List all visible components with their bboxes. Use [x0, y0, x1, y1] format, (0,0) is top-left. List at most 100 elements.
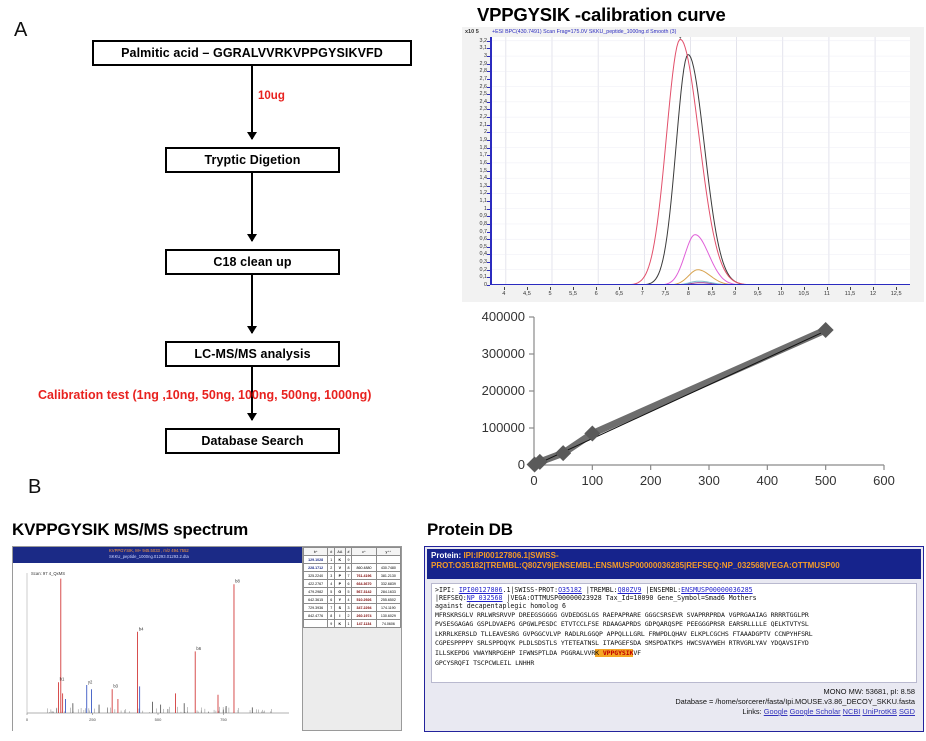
frag-table-row[interactable]: 325.2240 3 P 7 761.4196 381.2130 [304, 572, 401, 580]
chromatogram-x-tick-label: 11 [824, 291, 830, 297]
chromatogram-x-tick [712, 287, 713, 290]
ms-spectrum-panel: KVPPGYSIK, M+ 945.5033 , m/z 494.7552 SK… [12, 546, 402, 731]
frag-table-cell [304, 620, 328, 628]
ms-scan-note: Scan: 97 4_QxMS [31, 571, 65, 576]
ms-peak-label: b8 [235, 579, 240, 584]
frag-table-cell: 4 [345, 596, 352, 604]
calibration-x-tick-label: 200 [640, 473, 662, 488]
chromatogram-x-tick-label: 10 [778, 291, 784, 297]
frag-table-row[interactable]: 729.3936 7 S 3 347.2294 174.1190 [304, 604, 401, 612]
chromatogram-x-tick-label: 11,5 [845, 291, 855, 297]
frag-table-row[interactable]: 129.1028 1 K 9 [304, 556, 401, 564]
external-link-google-scholar[interactable]: Google Scholar [790, 707, 841, 716]
ms-x-tick-label: 0 [26, 717, 29, 722]
chromatogram-y-tick-label: 1,3 [480, 183, 488, 189]
calibration-x-tick-label: 300 [698, 473, 720, 488]
workflow-flowchart: Palmitic acid – GGRALVVRKVPPGYSIKVFD 10u… [0, 30, 440, 450]
protein-db-panel: Protein: IPI:IPI00127806.1|SWISS- PROT:O… [424, 546, 924, 732]
flow-box-tryptic-digestion: Tryptic Digetion [165, 147, 340, 173]
chromatogram-y-tick-label: 1,4 [480, 175, 488, 181]
frag-table-row[interactable]: 842.4776 8 I 2 260.1974 130.6029 [304, 612, 401, 620]
chromatogram-y-tick-label: 1,1 [480, 198, 488, 204]
frag-table-cell: 664.3670 [352, 580, 376, 588]
protein-db-text: .1|SWISS-PROT: [503, 586, 559, 594]
chromatogram-x-tick-label: 12 [870, 291, 876, 297]
ms-spectrum-title: KVPPGYSIK MS/MS spectrum [12, 520, 248, 540]
protein-id-line-3: against decapentaplegic homolog 6 [435, 602, 913, 610]
frag-table-cell: V [335, 564, 346, 572]
protein-sequence-line: MFRSKRSGLV RRLWRSRVVP DREEGSGGGG GVDEDGS… [435, 611, 913, 621]
chromatogram-x-tick-label: 4,5 [523, 291, 531, 297]
flow-box-c18-cleanup: C18 clean up [165, 249, 340, 275]
chromatogram-y-tick-label: 0,5 [480, 244, 488, 250]
frag-table-cell: 3 [328, 572, 335, 580]
chromatogram-y-tick-label: 0,9 [480, 213, 488, 219]
frag-table-cell: 6 [345, 580, 352, 588]
ms-fragment-ion-table: b⁺ # AA # c⁺ y⁺⁺ 129.1028 1 K 9 228.1712 2 V 8 860.488… [302, 547, 401, 730]
chromatogram-plot [490, 37, 910, 285]
protein-label: Protein: [431, 551, 463, 560]
frag-table-cell: 510.2926 [352, 596, 376, 604]
ms-x-tick-label: 500 [155, 717, 162, 722]
protein-sequence-line: CGPESPPPPY SRLSPPDQYK PLDLSDSTLS YTETEAT… [435, 639, 913, 649]
frag-table-row[interactable]: 228.1712 2 V 8 860.4880 430.7480 [304, 564, 401, 572]
chromatogram-x-tick-label: 7,5 [661, 291, 669, 297]
frag-table-cell: 5 [328, 588, 335, 596]
calibration-y-tick-label: 400000 [482, 309, 525, 324]
chromatogram-y-tick-label: 1,2 [480, 190, 488, 196]
chromatogram-y-tick-label: 2,6 [480, 84, 488, 90]
frag-table-cell: Y [335, 596, 346, 604]
frag-table-cell: I [335, 612, 346, 620]
protein-db-link[interactable]: O35182 [558, 586, 582, 594]
chromatogram-x-tick [827, 287, 828, 290]
chromatogram-y-tick-label: 0,3 [480, 259, 488, 265]
frag-table-row[interactable]: 642.3615 6 Y 4 510.2926 255.6502 [304, 596, 401, 604]
chromatogram-x-tick [850, 287, 851, 290]
chromatogram-x-tick-label: 10,5 [798, 291, 809, 297]
calibration-y-tick-label: 100000 [482, 420, 525, 435]
frag-table-cell: 174.1190 [376, 604, 400, 612]
frag-table-cell: 1 [345, 620, 352, 628]
chromatogram-x-tick-label: 4 [502, 291, 505, 297]
protein-db-footer: MONO MW: 53681, pI: 8.58 Database = /hom… [431, 687, 915, 717]
external-link-uniprotkb[interactable]: UniProtKB [862, 707, 897, 716]
external-link-google[interactable]: Google [764, 707, 788, 716]
protein-db-link[interactable]: Q80ZV9 [618, 586, 642, 594]
frag-table-cell: P [335, 572, 346, 580]
protein-id-line-2[interactable]: |REFSEQ:NP_032568 |VEGA:OTTMUSP000000239… [435, 594, 913, 602]
protein-id-line-1[interactable]: >IPI: IPI00127806.1|SWISS-PROT:O35182 |T… [435, 586, 913, 594]
protein-db-text: |ENSEMBL: [641, 586, 681, 594]
flow-arrow-2 [251, 173, 253, 241]
frag-table-cell: 260.1974 [352, 612, 376, 620]
chromatogram-y-tick-label: 2,8 [480, 68, 488, 74]
ms-peak-label: b4 [139, 626, 144, 631]
frag-table-cell: 2 [328, 564, 335, 572]
frag-table-header: # [328, 548, 335, 556]
protein-db-sequence-body: >IPI: IPI00127806.1|SWISS-PROT:O35182 |T… [431, 583, 917, 683]
frag-table-row[interactable]: 479.2982 5 G 5 567.3142 284.1633 [304, 588, 401, 596]
chromatogram-x-tick [758, 287, 759, 290]
calibration-x-tick-label: 100 [581, 473, 603, 488]
chromatogram-title: VPPGYSIK -calibration curve [477, 4, 726, 26]
protein-db-link[interactable]: ENSMUSP00000036285 [681, 586, 752, 594]
frag-table-header: y⁺⁺ [376, 548, 400, 556]
external-link-sgd[interactable]: SGD [899, 707, 915, 716]
protein-db-link[interactable]: NP_032568 [467, 594, 503, 602]
frag-table-cell: K [335, 556, 346, 564]
frag-table-cell: 9 [328, 620, 335, 628]
chromatogram-x-tick [573, 287, 574, 290]
protein-db-links[interactable]: Links: Google Google Scholar NCBI UniPro… [431, 707, 915, 717]
external-link-ncbi[interactable]: NCBI [843, 707, 861, 716]
frag-table-row[interactable]: 422.2767 4 P 6 664.3670 332.6839 [304, 580, 401, 588]
protein-db-header-line-2: PROT:O35182|TREMBL:Q80ZV9|ENSEMBL:ENSMUS… [431, 561, 917, 570]
chromatogram-y-tick-label: 2,7 [480, 76, 488, 82]
protein-database-path: Database = /home/sorcerer/fasta/Ipi.MOUS… [431, 697, 915, 707]
frag-table-row[interactable]: 9 K 1 147.1134 74.0606 [304, 620, 401, 628]
chromatogram-panel: x10 5 +ESI BPC(430.7491) Scan Frag=175.0… [462, 27, 924, 302]
protein-sequence-line: PVSESGAGAG GSPLDVAEPG GPGWLPESDC ETVTCCL… [435, 620, 913, 630]
flow-arrow-1 [251, 66, 253, 139]
chromatogram-y-tick-label: 0,1 [480, 274, 488, 280]
protein-db-link[interactable]: IPI00127806 [459, 586, 503, 594]
protein-db-text: |VEGA:OTTMUSP00000023928 Tax_Id=10090 Ge… [503, 594, 757, 602]
protein-db-header: Protein: IPI:IPI00127806.1|SWISS- PROT:O… [427, 549, 921, 579]
